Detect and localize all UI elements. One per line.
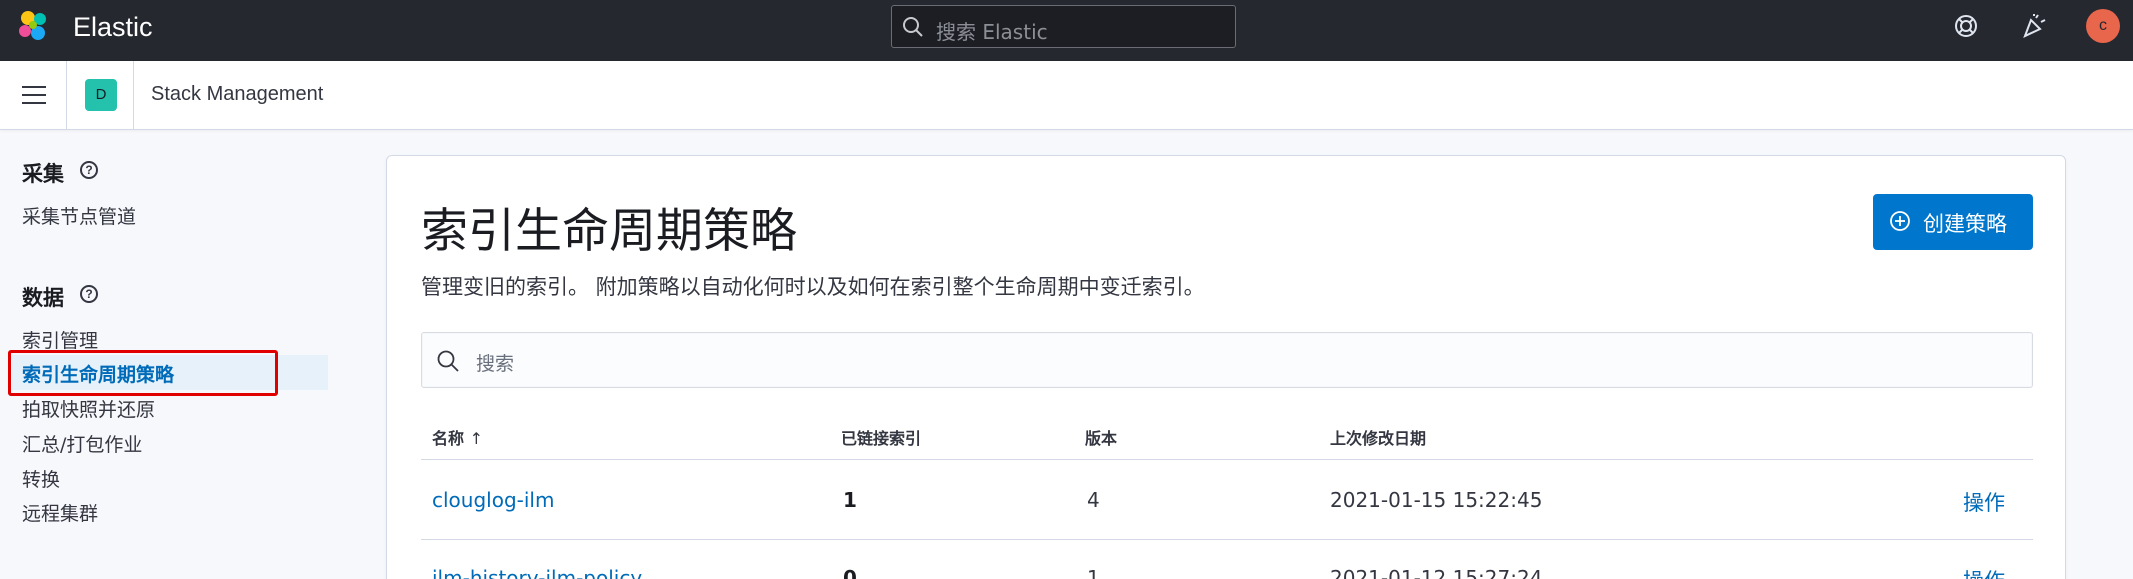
column-header-name[interactable]: 名称 ↑	[432, 425, 483, 449]
policy-name-link[interactable]: ilm-history-ilm-policy	[432, 566, 642, 579]
sidebar-item-remote-clusters[interactable]: 远程集群	[22, 499, 98, 526]
column-header-modified-date[interactable]: 上次修改日期	[1330, 425, 1426, 449]
linked-indices-count: 1	[843, 488, 857, 512]
page-title: 索引生命周期策略	[421, 204, 797, 259]
policy-search-placeholder: 搜索	[476, 353, 515, 375]
policy-version: 1	[1087, 566, 1100, 579]
sidebar-section-title-ingest: 采集	[22, 162, 64, 186]
help-lifebuoy-icon[interactable]	[1952, 12, 1980, 40]
annotation-highlight-box	[8, 350, 278, 396]
table-header-divider	[421, 459, 2033, 460]
policy-modified-date: 2021-01-12 15:27:24	[1330, 566, 1543, 579]
top-header: Elastic 搜索 Elastic c	[0, 0, 2133, 61]
elastic-logo-icon[interactable]	[16, 8, 52, 44]
sidebar-item-rollup-jobs[interactable]: 汇总/打包作业	[22, 430, 142, 457]
sidebar-section-title-data: 数据	[22, 286, 64, 310]
sidebar-item-transforms[interactable]: 转换	[22, 465, 60, 492]
create-policy-button[interactable]: 创建策略	[1873, 194, 2033, 250]
breadcrumb-bar: D Stack Management	[0, 61, 2133, 130]
brand-name: Elastic	[73, 12, 153, 42]
search-icon	[437, 350, 459, 372]
global-search-input[interactable]: 搜索 Elastic	[891, 5, 1236, 48]
sidebar-item-snapshot-restore[interactable]: 拍取快照并还原	[22, 395, 155, 422]
sort-arrow-up-icon: ↑	[469, 429, 483, 448]
question-icon[interactable]: ?	[80, 161, 98, 179]
menu-hamburger-icon[interactable]	[22, 86, 46, 106]
main-panel: 索引生命周期策略 管理变旧的索引。 附加策略以自动化何时以及如何在索引整个生命周…	[386, 155, 2066, 579]
table-row-divider	[421, 539, 2033, 540]
row-actions-button[interactable]: 操作	[1963, 565, 2005, 579]
user-avatar[interactable]: c	[2086, 9, 2120, 43]
newsfeed-cheer-icon[interactable]	[2020, 12, 2048, 40]
sidebar-item-index-management[interactable]: 索引管理	[22, 326, 98, 353]
breadcrumb[interactable]: Stack Management	[151, 83, 323, 106]
policy-name-link[interactable]: clouglog-ilm	[432, 488, 554, 512]
question-icon[interactable]: ?	[80, 285, 98, 303]
column-header-linked-indices[interactable]: 已链接索引	[841, 425, 921, 449]
page-description: 管理变旧的索引。 附加策略以自动化何时以及如何在索引整个生命周期中变迁索引。	[421, 275, 1205, 299]
header-divider	[133, 61, 134, 130]
column-header-version[interactable]: 版本	[1085, 425, 1117, 449]
create-policy-label: 创建策略	[1923, 212, 2007, 236]
header-divider	[66, 61, 67, 130]
row-actions-button[interactable]: 操作	[1963, 487, 2005, 517]
policy-search-input[interactable]: 搜索	[421, 332, 2033, 388]
search-icon	[903, 17, 923, 37]
linked-indices-count: 0	[843, 566, 857, 579]
global-search-placeholder: 搜索 Elastic	[936, 20, 1048, 44]
sidebar-item-ingest-pipelines[interactable]: 采集节点管道	[22, 202, 136, 229]
plus-circle-icon	[1890, 211, 1910, 231]
policy-version: 4	[1087, 488, 1100, 512]
policy-modified-date: 2021-01-15 15:22:45	[1330, 488, 1543, 512]
space-avatar[interactable]: D	[85, 79, 117, 111]
